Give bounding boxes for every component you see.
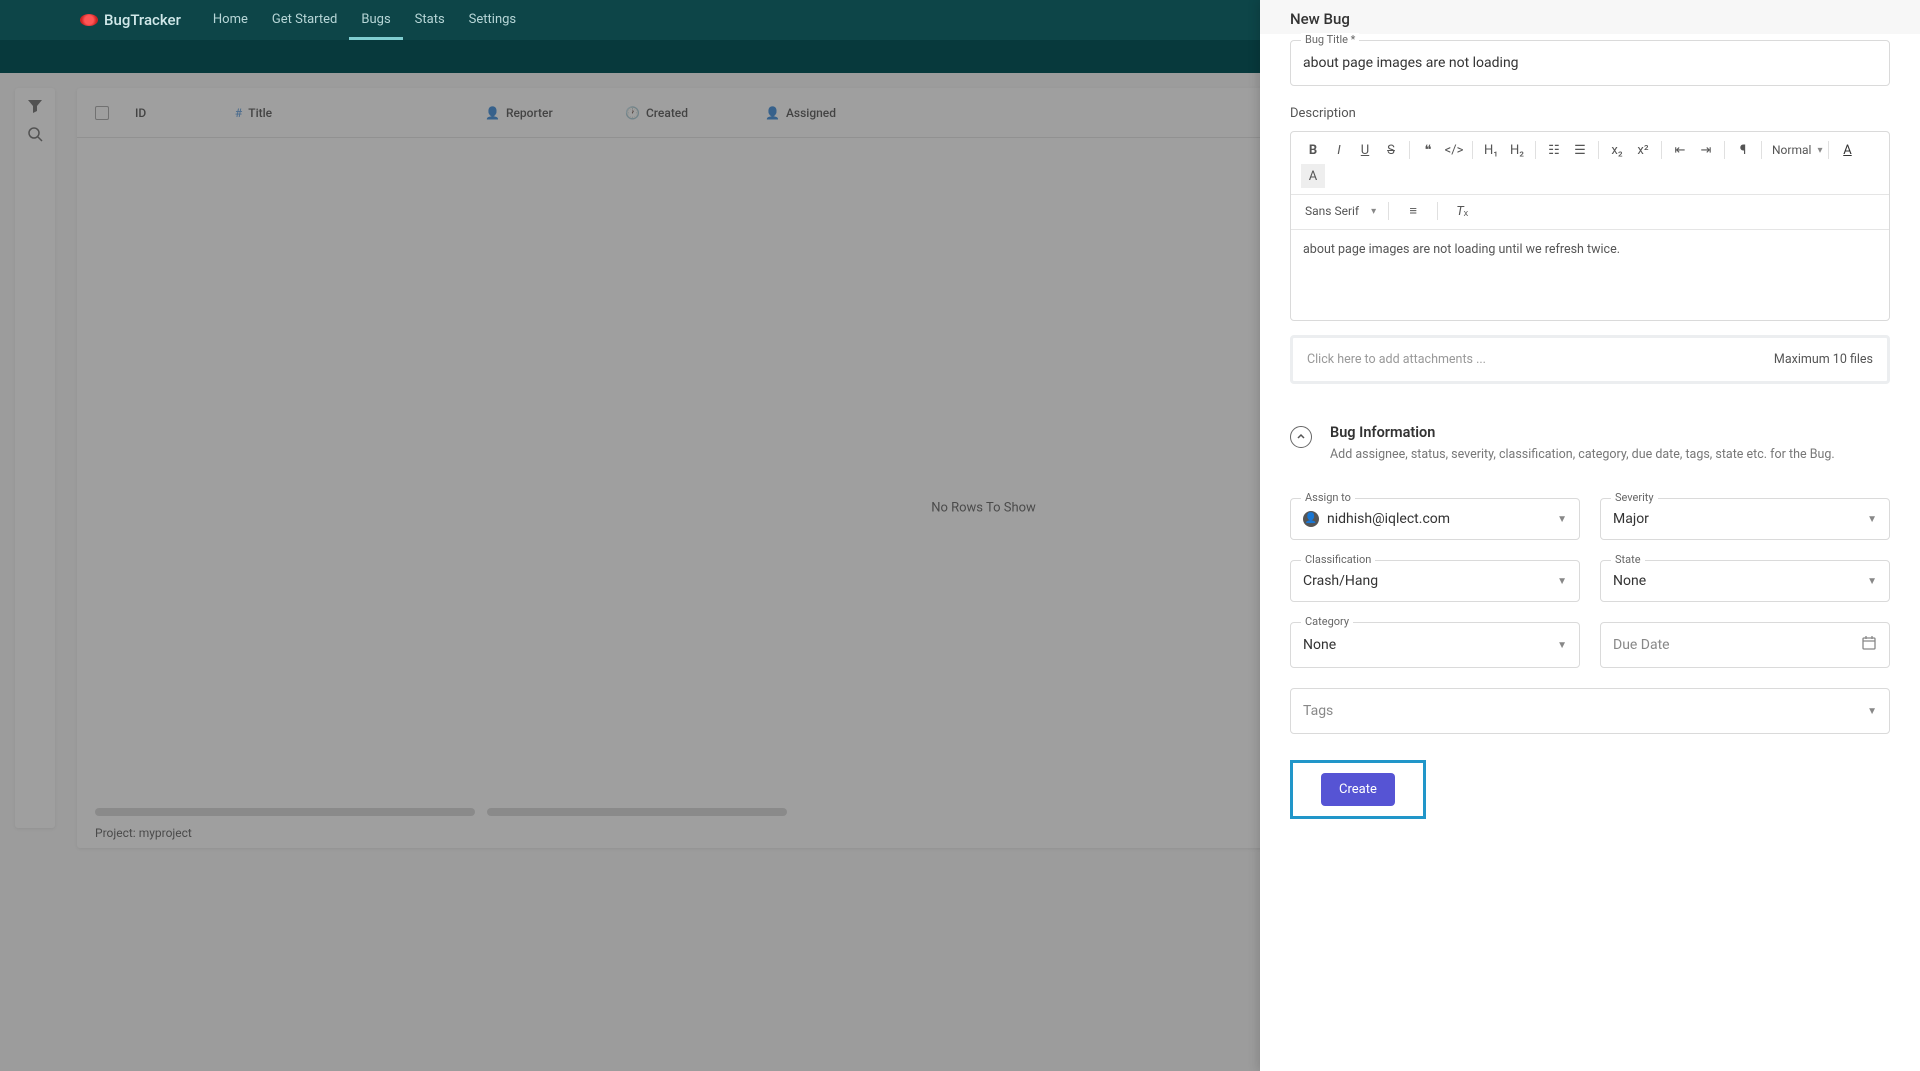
- attachment-limit: Maximum 10 files: [1774, 352, 1873, 367]
- rich-text-editor: B I U S ❝ </> H₁ H₂ ☷ ☰ x₂ x² ⇤ ⇥: [1290, 131, 1890, 321]
- tags-select[interactable]: Tags ▼: [1290, 688, 1890, 734]
- nav-get-started[interactable]: Get Started: [260, 0, 349, 40]
- h2-icon[interactable]: H₂: [1505, 138, 1529, 162]
- section-title: Bug Information: [1330, 424, 1835, 441]
- paragraph-style-select[interactable]: Normal: [1768, 141, 1815, 159]
- description-editor[interactable]: about page images are not loading until …: [1291, 230, 1889, 320]
- clear-format-icon[interactable]: Tₓ: [1450, 199, 1474, 223]
- category-select[interactable]: Category None ▼: [1290, 622, 1580, 668]
- section-subtitle: Add assignee, status, severity, classifi…: [1330, 447, 1835, 462]
- text-color-icon[interactable]: A: [1835, 138, 1859, 162]
- chevron-down-icon: ▼: [1867, 576, 1877, 587]
- chevron-down-icon: ▼: [1557, 576, 1567, 587]
- editor-toolbar-row2: Sans Serif ▾ ≡ Tₓ: [1291, 195, 1889, 230]
- calendar-icon: [1861, 635, 1877, 655]
- bug-info-section-header: Bug Information Add assignee, status, se…: [1290, 424, 1890, 462]
- chevron-down-icon: ▼: [1557, 514, 1567, 525]
- subscript-icon[interactable]: x₂: [1605, 138, 1629, 162]
- assign-to-select[interactable]: Assign to nidhish@iqlect.com ▼: [1290, 498, 1580, 540]
- drawer-title: New Bug: [1260, 0, 1920, 34]
- align-icon[interactable]: ≡: [1401, 199, 1425, 223]
- classification-select[interactable]: Classification Crash/Hang ▼: [1290, 560, 1580, 602]
- attachment-dropzone[interactable]: Click here to add attachments ... Maximu…: [1290, 335, 1890, 384]
- nav-home[interactable]: Home: [201, 0, 260, 40]
- unordered-list-icon[interactable]: ☰: [1568, 138, 1592, 162]
- chevron-down-icon: ▼: [1867, 514, 1877, 525]
- direction-icon[interactable]: ¶: [1731, 138, 1755, 162]
- indent-icon[interactable]: ⇥: [1694, 138, 1718, 162]
- ordered-list-icon[interactable]: ☷: [1542, 138, 1566, 162]
- font-family-select[interactable]: Sans Serif: [1301, 202, 1363, 220]
- quote-icon[interactable]: ❝: [1416, 138, 1440, 162]
- chevron-down-icon: ▼: [1867, 706, 1877, 717]
- attachment-placeholder: Click here to add attachments ...: [1307, 352, 1486, 367]
- bug-title-field: Bug Title *: [1290, 40, 1890, 86]
- bug-title-label: Bug Title *: [1301, 33, 1359, 46]
- bg-color-icon[interactable]: A: [1301, 164, 1325, 188]
- due-date-input[interactable]: Due Date: [1600, 622, 1890, 668]
- outdent-icon[interactable]: ⇤: [1668, 138, 1692, 162]
- strike-icon[interactable]: S: [1379, 138, 1403, 162]
- nav-settings[interactable]: Settings: [457, 0, 528, 40]
- logo[interactable]: BugTracker: [80, 11, 181, 29]
- h1-icon[interactable]: H₁: [1479, 138, 1503, 162]
- italic-icon[interactable]: I: [1327, 138, 1351, 162]
- superscript-icon[interactable]: x²: [1631, 138, 1655, 162]
- severity-select[interactable]: Severity Major ▼: [1600, 498, 1890, 540]
- create-button-highlight: Create: [1290, 760, 1426, 819]
- underline-icon[interactable]: U: [1353, 138, 1377, 162]
- bold-icon[interactable]: B: [1301, 138, 1325, 162]
- code-icon[interactable]: </>: [1442, 138, 1466, 162]
- bug-logo-icon: [80, 14, 98, 26]
- chevron-down-icon: ▼: [1557, 640, 1567, 651]
- bug-title-input[interactable]: [1291, 41, 1889, 85]
- user-avatar-icon: [1303, 511, 1319, 527]
- editor-toolbar-row1: B I U S ❝ </> H₁ H₂ ☷ ☰ x₂ x² ⇤ ⇥: [1291, 132, 1889, 195]
- nav-bugs[interactable]: Bugs: [349, 0, 402, 40]
- app-name: BugTracker: [104, 11, 181, 29]
- state-select[interactable]: State None ▼: [1600, 560, 1890, 602]
- create-button[interactable]: Create: [1321, 773, 1395, 806]
- new-bug-drawer: New Bug Bug Title * Description B I U S …: [1260, 0, 1920, 1071]
- description-label: Description: [1290, 106, 1890, 121]
- collapse-toggle-icon[interactable]: [1290, 426, 1312, 448]
- nav-stats[interactable]: Stats: [403, 0, 457, 40]
